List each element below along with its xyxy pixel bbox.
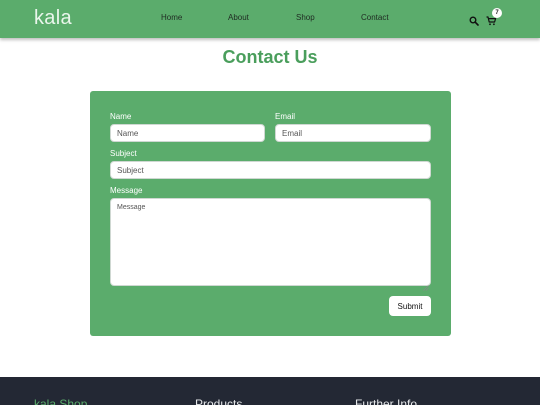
message-label: Message	[110, 186, 143, 195]
resize-handle-icon[interactable]	[423, 278, 429, 291]
name-label: Name	[110, 112, 132, 121]
nav-link-home[interactable]: Home	[161, 13, 182, 22]
email-input[interactable]	[275, 124, 431, 142]
footer-brand: kala Shop	[34, 397, 88, 405]
footer-heading-products: Products	[195, 397, 243, 405]
email-label: Email	[275, 112, 296, 121]
submit-button[interactable]: Submit	[389, 296, 431, 316]
page-title: Contact Us	[222, 47, 318, 67]
message-textarea[interactable]	[110, 198, 431, 286]
footer: kala Shop Products Further Info	[0, 377, 540, 405]
nav-link-about[interactable]: About	[228, 13, 249, 22]
search-icon[interactable]	[469, 13, 481, 26]
subject-label: Subject	[110, 149, 137, 158]
nav-link-shop[interactable]: Shop	[296, 13, 315, 22]
nav-link-contact[interactable]: Contact	[361, 13, 389, 22]
footer-heading-further-info: Further Info	[355, 397, 418, 405]
subject-input[interactable]	[110, 161, 431, 179]
cart-count-badge: 7	[492, 8, 502, 18]
navbar: kala Home About Shop Contact 7	[0, 0, 540, 38]
contact-form: Name Email Subject Message Submit	[90, 91, 451, 336]
name-input[interactable]	[110, 124, 265, 142]
brand-logo[interactable]: kala	[34, 7, 72, 30]
